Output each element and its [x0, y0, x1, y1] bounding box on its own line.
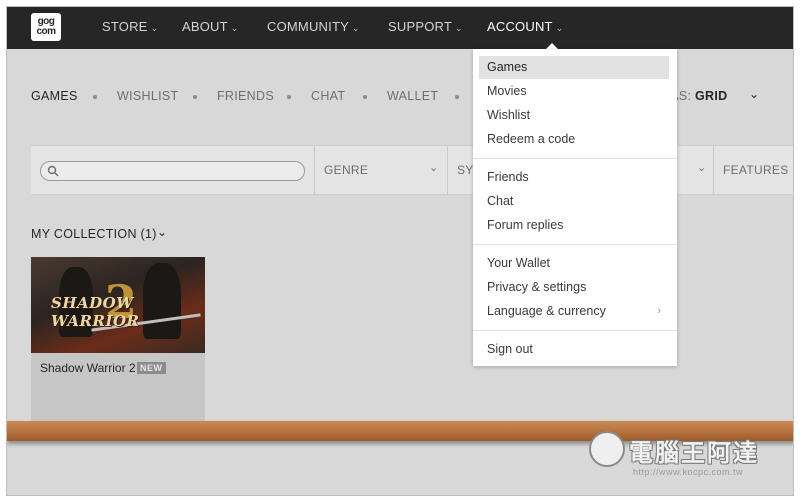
menu-item-language-currency[interactable]: Language & currency ›	[479, 300, 669, 323]
tab-separator	[93, 95, 97, 99]
chevron-down-icon: ⌄	[351, 23, 360, 33]
game-title: Shadow Warrior 2	[40, 361, 136, 375]
new-badge: NEW	[137, 362, 166, 374]
search-icon	[47, 165, 59, 177]
cover-title: SHADOW WARRIOR	[51, 294, 140, 330]
tab-separator	[287, 95, 291, 99]
top-navigation-bar: gog com STORE ⌄ ABOUT ⌄ COMMUNITY ⌄ SUPPORT…	[7, 7, 793, 49]
genre-filter[interactable]: GENRE	[324, 163, 368, 177]
logo-text-bottom: com	[36, 26, 56, 37]
nav-community-label: COMMUNITY	[267, 19, 349, 34]
menu-item-friends[interactable]: Friends	[479, 166, 669, 189]
filter-divider	[314, 146, 315, 194]
chevron-down-icon: ⌄	[555, 23, 564, 33]
nav-store-label: STORE	[102, 19, 148, 34]
tab-separator	[193, 95, 197, 99]
search-input[interactable]	[40, 161, 305, 181]
chevron-down-icon[interactable]: ⌄	[697, 161, 706, 174]
tab-separator	[455, 95, 459, 99]
nav-account-label: ACCOUNT	[487, 19, 553, 34]
nav-community[interactable]: COMMUNITY ⌄	[267, 7, 360, 49]
filter-divider	[447, 146, 448, 194]
menu-divider	[473, 330, 677, 331]
chevron-down-icon[interactable]: ⌄	[429, 161, 438, 174]
tab-separator	[363, 95, 367, 99]
chevron-right-icon: ›	[657, 305, 661, 317]
menu-divider	[473, 244, 677, 245]
view-as-value: GRID	[695, 89, 728, 103]
nav-support[interactable]: SUPPORT ⌄	[388, 7, 463, 49]
watermark-text: 電腦王阿達	[629, 439, 759, 467]
nav-about-label: ABOUT	[182, 19, 228, 34]
menu-item-forum-replies[interactable]: Forum replies	[479, 214, 669, 237]
menu-item-games[interactable]: Games	[479, 56, 669, 79]
menu-item-chat[interactable]: Chat	[479, 190, 669, 213]
nav-store[interactable]: STORE ⌄	[102, 7, 158, 49]
collection-title[interactable]: MY COLLECTION (1)	[31, 227, 157, 241]
chevron-down-icon[interactable]: ⌄	[157, 225, 167, 239]
tab-wishlist[interactable]: WISHLIST	[117, 89, 178, 103]
game-tile[interactable]: 2 SHADOW WARRIOR Shadow Warrior 2 NEW	[31, 257, 205, 423]
menu-item-wishlist[interactable]: Wishlist	[479, 104, 669, 127]
game-cover-image: 2 SHADOW WARRIOR	[31, 257, 205, 353]
menu-item-wallet[interactable]: Your Wallet	[479, 252, 669, 275]
menu-item-sign-out[interactable]: Sign out	[479, 338, 669, 361]
chevron-down-icon: ⌄	[230, 23, 239, 33]
menu-item-privacy-settings[interactable]: Privacy & settings	[479, 276, 669, 299]
app-window: gog com STORE ⌄ ABOUT ⌄ COMMUNITY ⌄ SUPPORT…	[6, 6, 794, 496]
tab-wallet[interactable]: WALLET	[387, 89, 438, 103]
watermark-mascot	[589, 431, 625, 467]
chevron-down-icon: ⌄	[455, 23, 463, 33]
watermark-url: http://www.kocpc.com.tw	[633, 467, 744, 477]
menu-item-movies[interactable]: Movies	[479, 80, 669, 103]
account-dropdown-menu: Games Movies Wishlist Redeem a code Frie…	[473, 49, 677, 366]
tab-friends[interactable]: FRIENDS	[217, 89, 274, 103]
filter-bar: GENRE ⌄ SYS ⌄ FEATURES	[31, 145, 793, 195]
nav-about[interactable]: ABOUT ⌄	[182, 7, 239, 49]
chevron-down-icon: ⌄	[150, 23, 159, 33]
tab-chat[interactable]: CHAT	[311, 89, 345, 103]
menu-item-language-currency-label: Language & currency	[487, 304, 606, 318]
filter-divider	[713, 146, 714, 194]
menu-divider	[473, 158, 677, 159]
chevron-down-icon[interactable]: ⌄	[749, 87, 759, 101]
tab-games[interactable]: GAMES	[31, 89, 78, 103]
features-filter[interactable]: FEATURES	[723, 163, 789, 177]
nav-support-label: SUPPORT	[388, 19, 453, 34]
menu-item-redeem-code[interactable]: Redeem a code	[479, 128, 669, 151]
gog-logo[interactable]: gog com	[31, 13, 61, 41]
